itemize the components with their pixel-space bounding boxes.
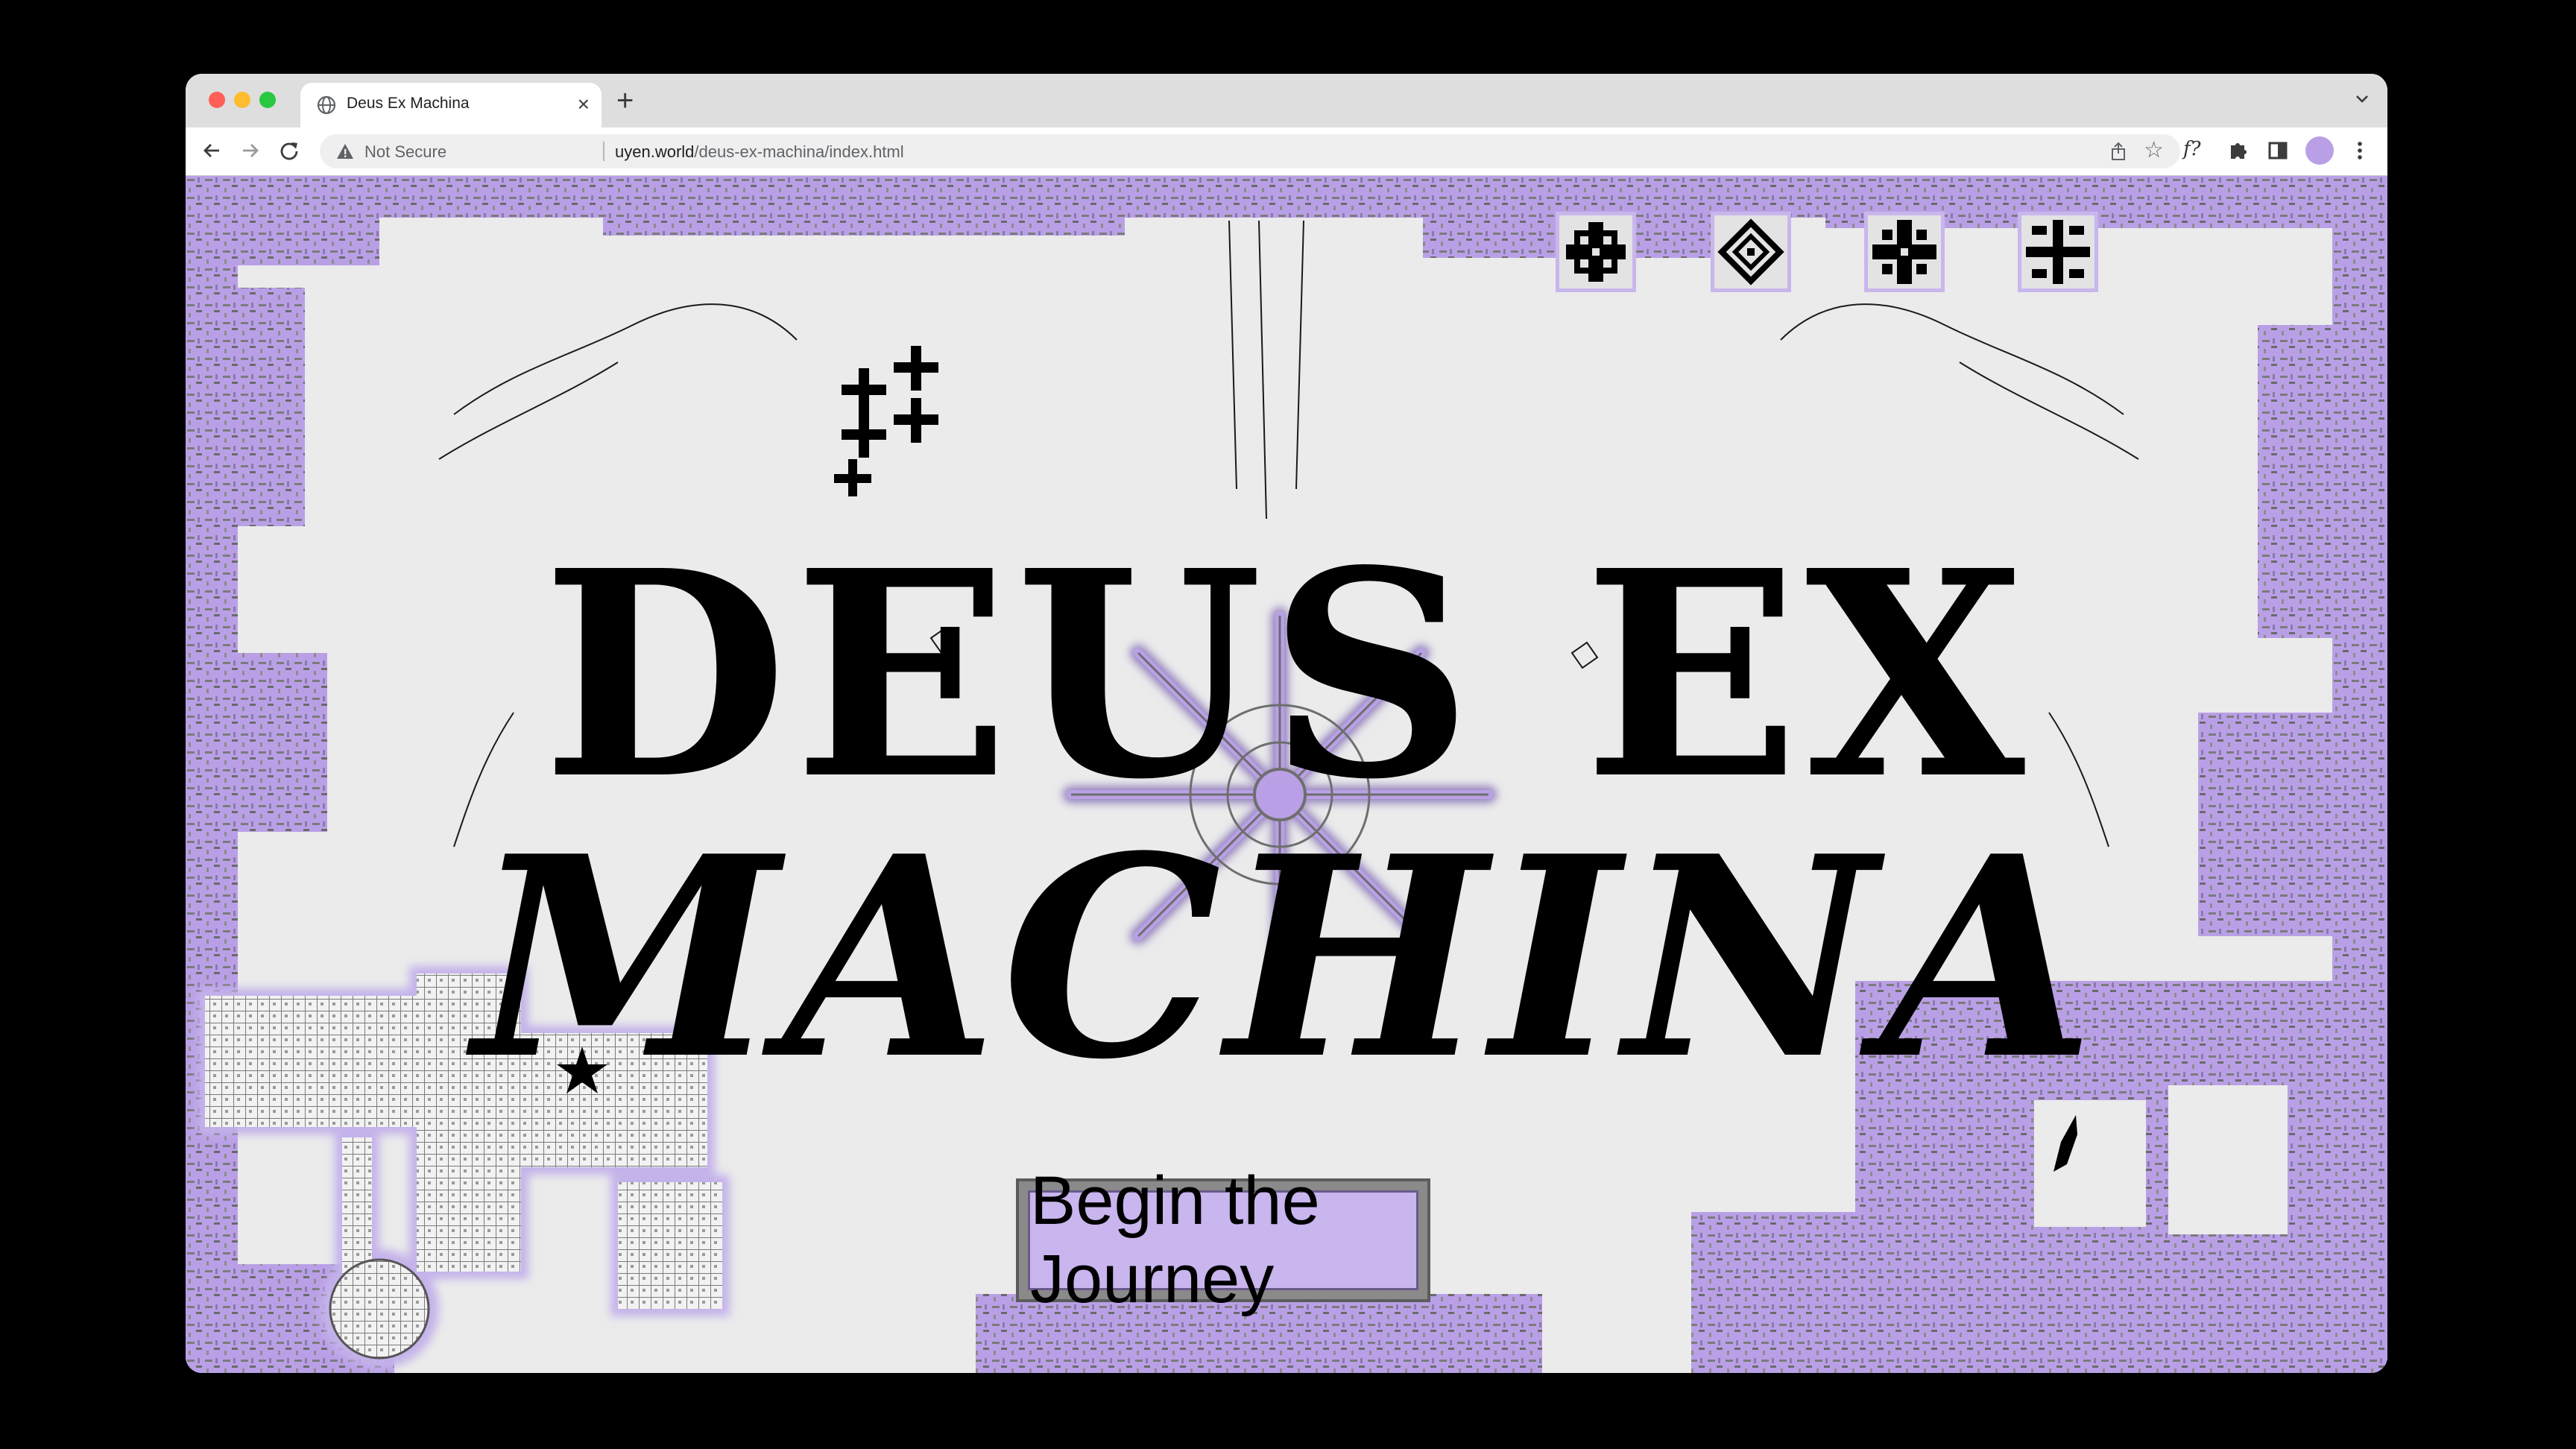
share-icon[interactable] bbox=[2109, 142, 2128, 161]
cross-cluster-icon bbox=[834, 346, 938, 496]
close-tab-icon[interactable]: × bbox=[578, 92, 590, 117]
warning-triangle-icon bbox=[337, 144, 353, 159]
browser-window: Deus Ex Machina × + Not Secure uyen.worl… bbox=[186, 74, 2387, 1373]
globe-icon bbox=[317, 95, 336, 115]
sigil-4-icon[interactable] bbox=[2018, 212, 2098, 292]
close-window-button[interactable] bbox=[209, 92, 225, 108]
back-arrow-icon[interactable] bbox=[199, 138, 224, 163]
headline-line-2: MACHINA bbox=[473, 797, 2100, 1120]
address-bar[interactable]: Not Secure uyen.world/deus-ex-machina/in… bbox=[320, 134, 2180, 168]
url-path: /deus-ex-machina/index.html bbox=[694, 142, 904, 161]
maximize-window-button[interactable] bbox=[259, 92, 276, 108]
sigil-3-icon[interactable] bbox=[1864, 212, 1945, 292]
tab-strip: Deus Ex Machina × + bbox=[186, 74, 2387, 127]
tab-title: Deus Ex Machina bbox=[347, 95, 470, 112]
minimize-window-button[interactable] bbox=[234, 92, 250, 108]
page-content: DEUS EX MACHINA Begin the Journey bbox=[186, 176, 2387, 1373]
forward-arrow-icon[interactable] bbox=[238, 138, 263, 163]
new-tab-button[interactable]: + bbox=[616, 84, 634, 117]
puzzle-icon[interactable] bbox=[2225, 138, 2250, 163]
diamond-sigil-icon[interactable] bbox=[1711, 212, 1791, 292]
headline-line-1: DEUS EX bbox=[542, 508, 2031, 842]
sigil-1-icon[interactable] bbox=[1556, 212, 1636, 292]
kebab-menu-icon[interactable] bbox=[2347, 138, 2373, 163]
chevron-down-icon[interactable] bbox=[2352, 89, 2373, 110]
url-text[interactable]: uyen.world/deus-ex-machina/index.html bbox=[615, 142, 904, 162]
begin-journey-label: Begin the Journey bbox=[1028, 1163, 1418, 1317]
reload-icon[interactable] bbox=[277, 138, 302, 163]
browser-tab[interactable]: Deus Ex Machina × bbox=[300, 83, 602, 127]
security-label[interactable]: Not Secure bbox=[364, 142, 446, 162]
browser-toolbar: Not Secure uyen.world/deus-ex-machina/in… bbox=[186, 127, 2387, 176]
begin-journey-button[interactable]: Begin the Journey bbox=[1016, 1163, 1430, 1317]
side-panel-icon[interactable] bbox=[2265, 138, 2291, 163]
url-host: uyen.world bbox=[615, 142, 695, 161]
bookmark-star-icon[interactable]: ☆ bbox=[2144, 138, 2164, 163]
address-separator bbox=[603, 142, 604, 161]
extension-f-icon[interactable]: f? bbox=[2183, 138, 2209, 163]
profile-avatar[interactable] bbox=[2305, 136, 2334, 165]
